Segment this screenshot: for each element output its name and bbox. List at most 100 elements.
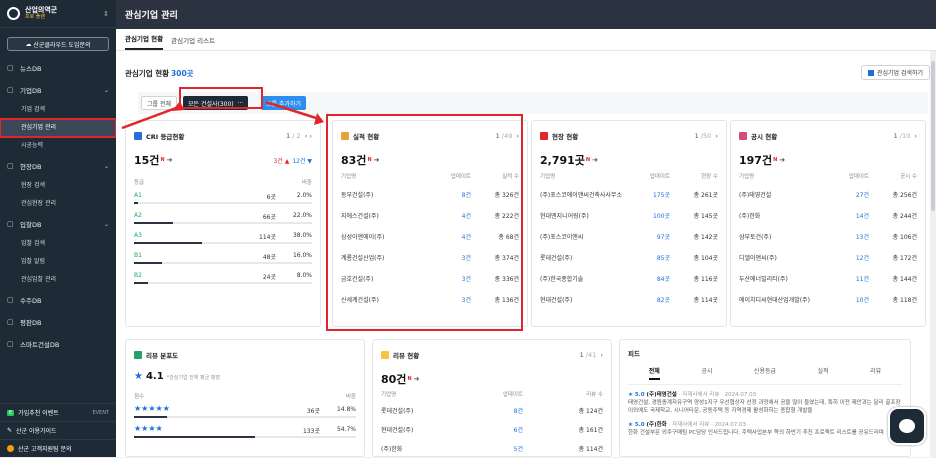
sidebar-item[interactable]: 시공능력 [0,137,116,155]
cri-row[interactable]: A3 114곳 38.0% [134,230,312,250]
table-row[interactable]: (주)태영건설 27건 총 256건 [739,184,917,205]
ratio-fill [134,436,256,438]
menu-1[interactable]: ▢ 기업DB ⌄ [0,79,116,101]
page-scrollbar[interactable] [930,51,936,457]
site-card: 현장 현황 1 /50 › 2,791곳 N ➔ 기업명 업데이트 현장 수 (주)포스코… [531,120,727,327]
cell: 총 256건 [892,192,917,199]
table-row[interactable]: (주)포스코에이앤씨건축사사무소 175곳 총 261곳 [540,184,718,205]
feed-tab[interactable]: 전체 [648,366,660,380]
feed-item[interactable]: ★ 5.0 (주)한화 · 자재사에서 리뷰 · 2024.07.03 한화 건설… [628,421,902,437]
menu-2[interactable]: ▢ 현장DB ⌄ [0,155,116,177]
cell: 총 161건 [578,427,603,434]
menu-label: 스마트건설DB [20,341,60,349]
support-icon [7,445,14,452]
table-row[interactable]: 디엘이앤씨(주) 12건 총 172건 [739,247,917,268]
cri-row[interactable]: A2 66곳 22.0% [134,210,312,230]
score: ★ 5.0 [628,422,645,428]
cell: 현대엔지니어링(주) [540,213,589,220]
cell: 총 172건 [892,255,917,262]
event-link[interactable]: E 가입추천 이벤트 EVENT [0,403,116,421]
table-row[interactable]: (주)한화 5건 총 114건 [381,439,603,458]
sidebar-item[interactable]: 현장 검색 [0,177,116,195]
ratio-bar [134,436,356,438]
table-row[interactable]: 롯데건설(주) 85곳 총 104곳 [540,247,718,268]
menu-5[interactable]: ▢ 평판DB [0,311,116,333]
search-companies-button[interactable]: 관심기업 검색하기 [860,65,930,80]
arrow-right-icon[interactable]: ➔ [414,375,420,383]
score: ★ 5.0 [628,392,645,398]
tab-list[interactable]: 관심기업 리스트 [171,35,215,50]
arrow-right-icon[interactable]: ➔ [779,156,785,164]
sidebar-item[interactable]: 관심기업 관리 [0,118,117,138]
table-row[interactable]: (주)한화 14건 총 244건 [739,205,917,226]
sidebar-item[interactable]: 관심입찰 관리 [0,271,116,289]
score-row[interactable]: ★★★★ 133곳 54.7% [134,424,356,444]
feed-card: 피드 전체 공시 신용등급 실적 리뷰 ★ 5.0 (주)태영건설 · 자재사에서 리뷰… [619,339,911,457]
feed-text: 한화 건설부문 외주구매팀 PC담당 인사드립니다. 주택사업본부 쪽의 하반기… [628,430,884,436]
grade: A2 [134,212,142,219]
pct: 2.0% [296,192,312,199]
table-row[interactable]: (주)포스코이앤씨 97곳 총 142곳 [540,226,718,247]
feed-tab[interactable]: 공시 [701,366,712,380]
feed-item[interactable]: ★ 5.0 (주)태영건설 · 자재사에서 리뷰 · 2024.07.03 태영건… [628,391,902,415]
ratio-fill [134,222,174,224]
table-row[interactable]: 롯데건설(주) 8건 총 124건 [381,401,603,420]
feed-tab[interactable]: 실적 [818,366,829,380]
pct: 54.7% [336,426,356,433]
guide-link[interactable]: ✎ 산군 이용가이드 [0,421,116,439]
table-row[interactable]: 에이치디씨현대산업개발(주) 10건 총 118건 [739,289,917,310]
cri-pager[interactable]: 1 / 2 ‹ › [286,132,312,140]
chevron-down-icon[interactable]: ⌄ [104,87,109,94]
review-pager[interactable]: 1 /41 › [580,351,603,359]
sidebar-item[interactable]: 입찰 검색 [0,235,116,253]
table-row[interactable]: 현대건설(주) 82곳 총 114곳 [540,289,718,310]
page-header: 관심기업 관리 [116,0,936,29]
chatbot-button[interactable] [888,407,926,445]
sidebar-item[interactable]: 입찰 알림 [0,253,116,271]
cri-row[interactable]: B1 48곳 16.0% [134,250,312,270]
menu-label: 현장DB [20,163,42,171]
table-row[interactable]: (주)한국종합기술 84곳 총 116곳 [540,268,718,289]
menu-3[interactable]: ▢ 입찰DB ⌄ [0,213,116,235]
notice-table: 기업명 업데이트 공시 수 (주)태영건설 27건 총 256건 (주)한화 14건 총 244… [739,168,917,310]
menu-6[interactable]: ▢ 스마트건설DB [0,333,116,355]
cell: 두산에너빌리티(주) [739,276,788,283]
sidebar-item[interactable]: 관심현장 관리 [0,195,116,213]
cell: 13건 [855,234,869,241]
feed-tab[interactable]: 리뷰 [870,366,881,380]
sidebar-item[interactable]: 기업 검색 [0,101,116,119]
menu-0[interactable]: ▢ 뉴스DB [0,57,116,79]
tab-status[interactable]: 관심기업 현황 [125,33,164,50]
score-row[interactable]: ★★★★★ 36곳 14.8% [134,404,356,424]
switch-icon[interactable]: ⇕ [103,10,109,18]
notice-pager[interactable]: 1 /10 › [894,132,917,140]
menu-4[interactable]: ▢ 수주DB [0,289,116,311]
ratio-bar [134,222,312,224]
site-total: 2,791곳 N ➔ [540,154,598,167]
feed-tab[interactable]: 신용등급 [754,366,776,380]
ratio-bar [134,202,312,204]
count: 133곳 [303,428,320,435]
org-switcher[interactable]: 산업의역군 프로 플랜 ⇕ [0,0,116,28]
support-label: 산군 고객지원팀 문의 [18,446,72,453]
arrow-right-icon[interactable]: ➔ [167,156,173,164]
chevron-down-icon[interactable]: ⌄ [104,221,109,228]
review-dist-rows: ★★★★★ 36곳 14.8% ★★★★ 133곳 54.7% [134,404,356,444]
newspaper-icon: ▢ [7,64,14,72]
table-row[interactable]: 현대건설(주) 6건 총 161건 [381,420,603,439]
arrow-right-icon[interactable]: ➔ [592,156,598,164]
cri-row[interactable]: A1 6곳 2.0% [134,190,312,210]
cell: 27건 [855,192,869,199]
chevron-down-icon[interactable]: ⌄ [104,163,109,170]
cri-row[interactable]: B2 24곳 8.0% [134,270,312,290]
table-row[interactable]: 현대엔지니어링(주) 100곳 총 145곳 [540,205,718,226]
support-link[interactable]: 산군 고객지원팀 문의 [0,439,116,457]
highlight-perf-card [326,114,523,331]
cloud-inquiry-button[interactable]: ☁ 산군클라우드 도입문의 [7,37,109,51]
table-row[interactable]: 삼부토건(주) 13건 총 106건 [739,226,917,247]
menu-label: 뉴스DB [20,65,42,73]
table-row[interactable]: 두산에너빌리티(주) 11건 총 144건 [739,268,917,289]
cell: 175곳 [653,192,670,199]
cell: 총 114곳 [693,297,718,304]
site-pager[interactable]: 1 /50 › [695,132,718,140]
